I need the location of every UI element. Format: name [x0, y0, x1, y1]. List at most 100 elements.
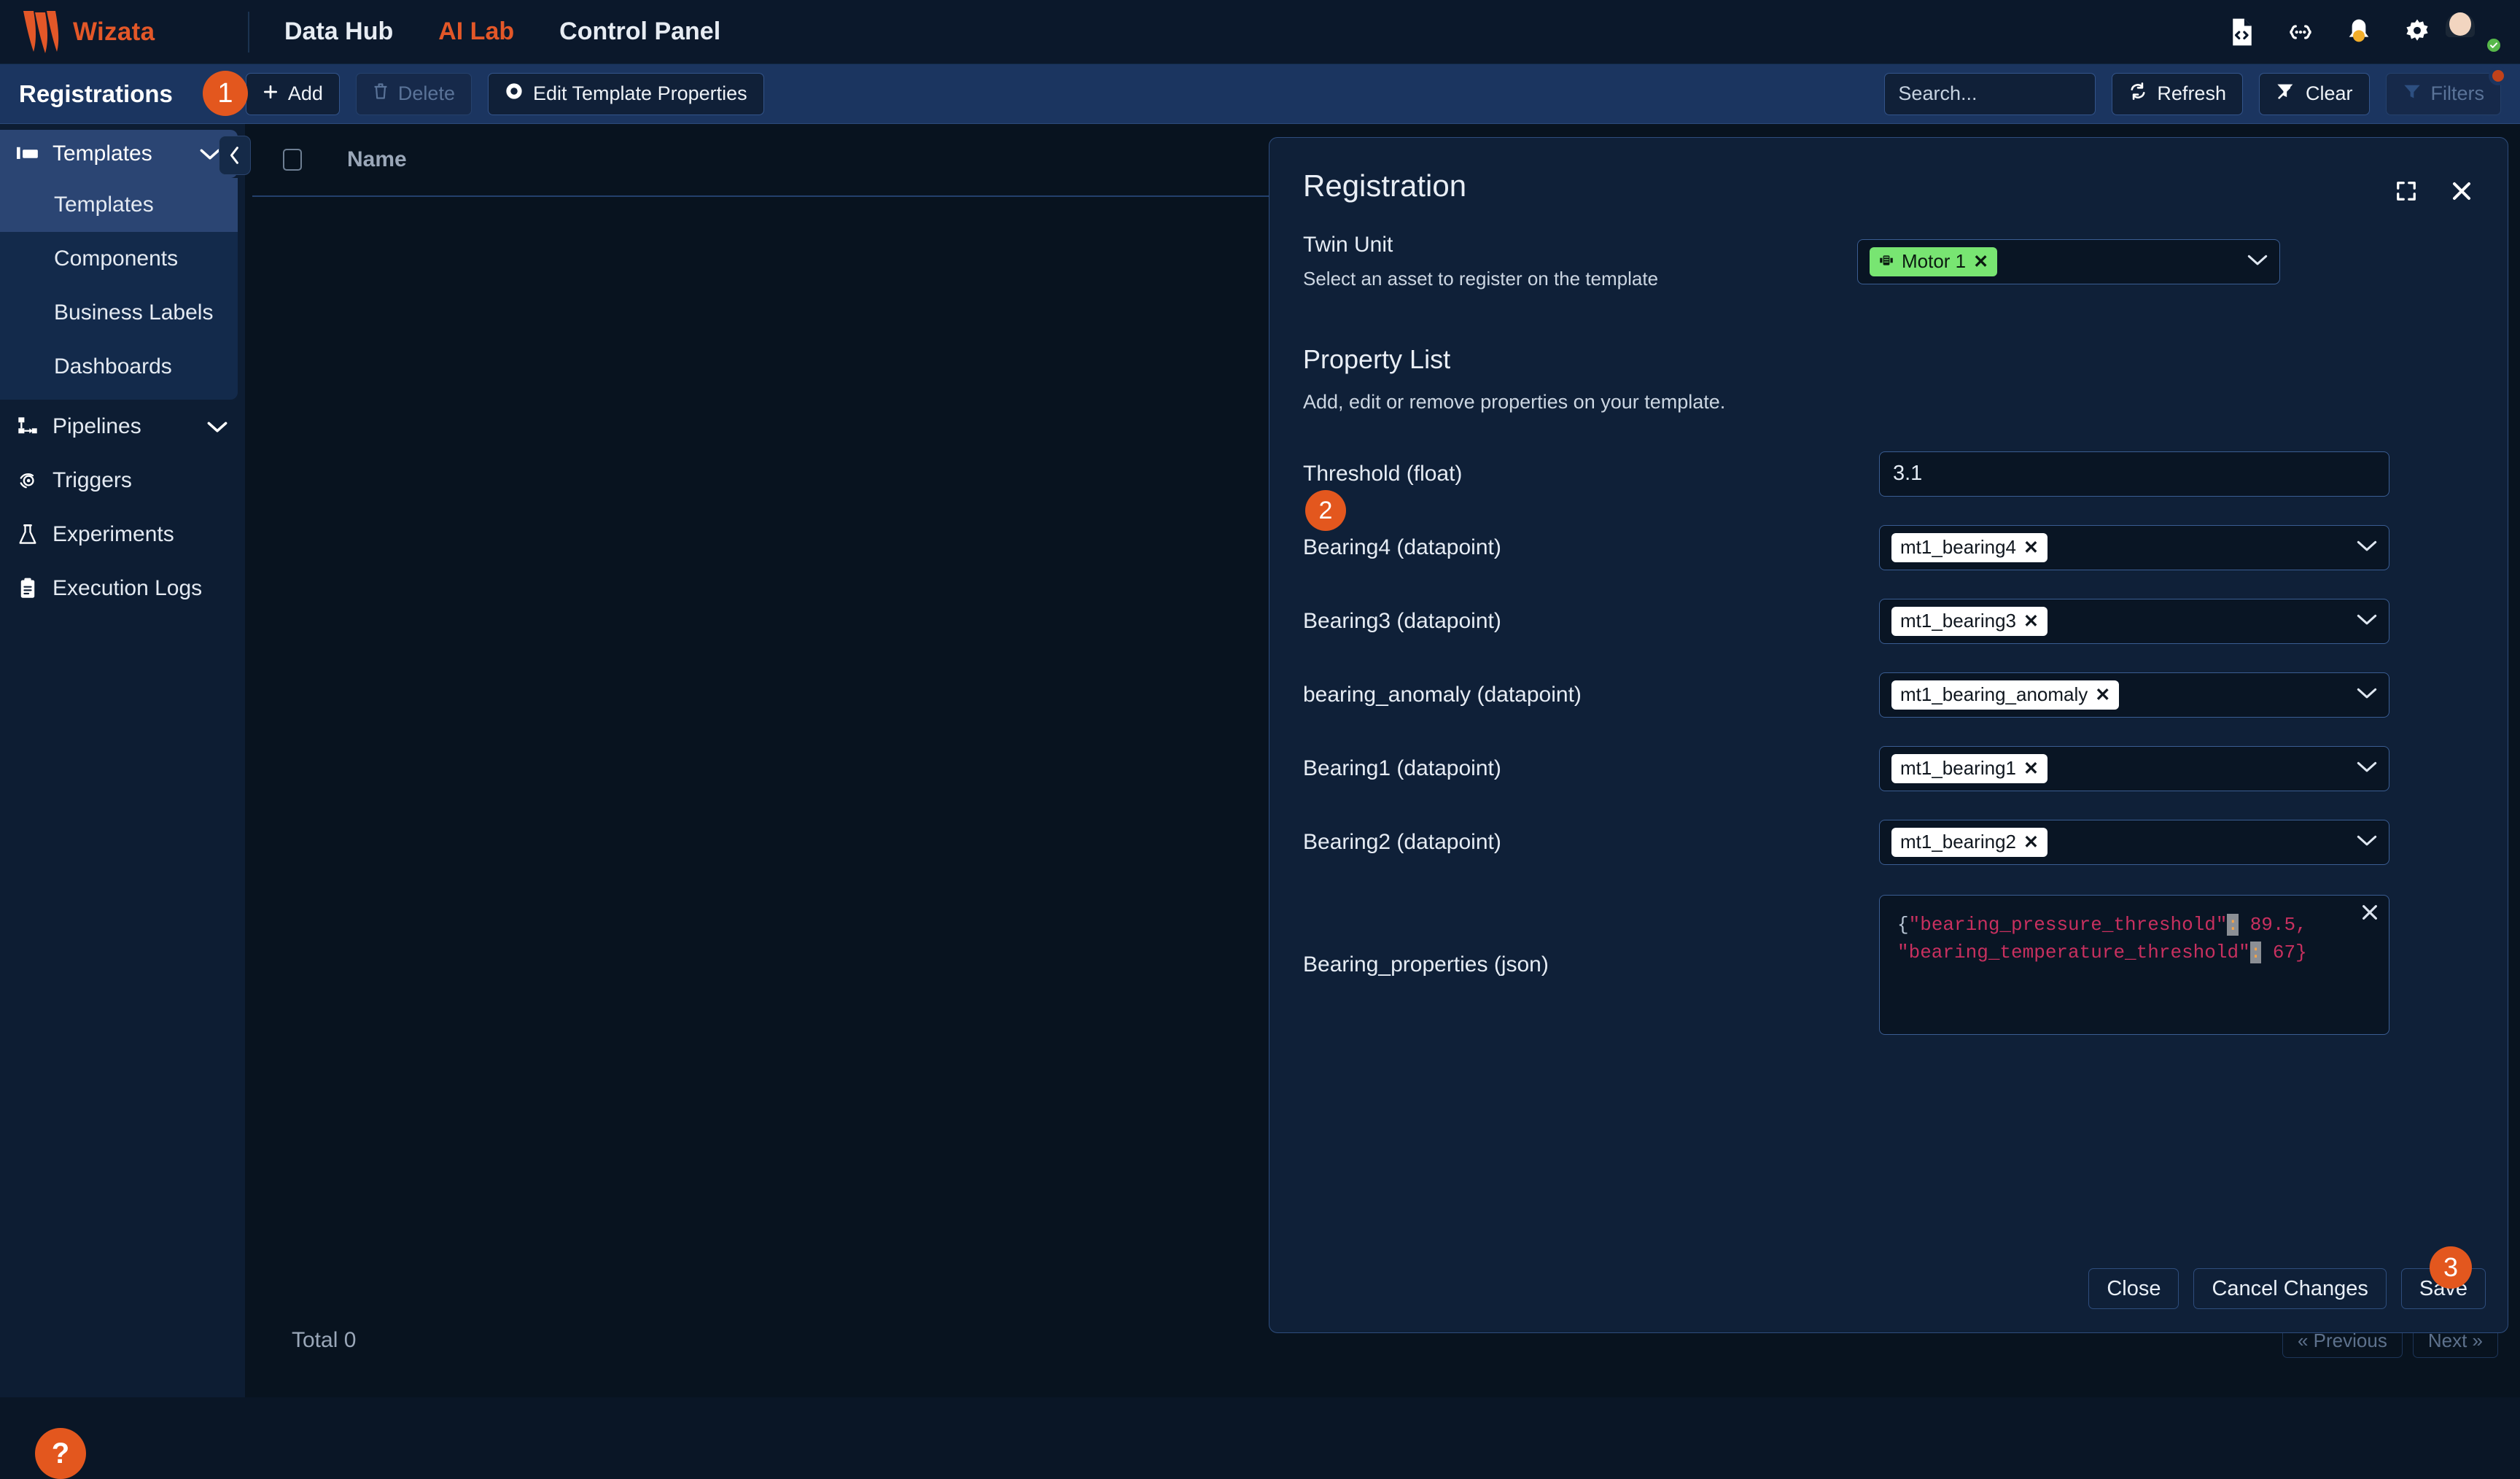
datapoint-chip[interactable]: mt1_bearing1 ✕ — [1891, 753, 2048, 783]
modal-footer: Close Cancel Changes Save — [1269, 1245, 2508, 1332]
datapoint-chip-remove-icon[interactable]: ✕ — [2023, 831, 2039, 853]
pipelines-icon — [16, 415, 39, 438]
close-icon[interactable] — [2449, 179, 2474, 203]
json-colon-1: : — [2227, 914, 2239, 936]
clear-button[interactable]: Clear — [2258, 72, 2370, 115]
sidebar-group-templates[interactable]: Templates — [0, 130, 238, 178]
nav-item-ai-lab[interactable]: AI Lab — [438, 18, 514, 46]
edit-template-properties-label: Edit Template Properties — [532, 82, 747, 104]
sidebar-item-dashboards[interactable]: Dashboards — [0, 340, 238, 394]
sidebar-subitems: Templates Components Business Labels Das… — [0, 178, 238, 400]
sidebar-group-label: Templates — [52, 141, 152, 166]
json-key-2: "bearing_temperature_threshold" — [1897, 941, 2250, 963]
sidebar-item-triggers[interactable]: Triggers — [0, 454, 245, 508]
table-column-name: Name — [347, 147, 407, 171]
datapoint-chip[interactable]: mt1_bearing3 ✕ — [1891, 606, 2048, 636]
refresh-button-label: Refresh — [2157, 82, 2226, 104]
twin-unit-label: Twin Unit — [1303, 233, 1393, 257]
sidebar-item-pipelines-label: Pipelines — [52, 414, 141, 438]
sidebar-item-pipelines[interactable]: Pipelines — [0, 400, 245, 454]
filters-button[interactable]: Filters — [2385, 72, 2501, 115]
delete-button[interactable]: Delete — [355, 72, 472, 115]
sidebar-item-components[interactable]: Components — [0, 232, 238, 286]
select-all-checkbox[interactable] — [283, 149, 302, 171]
chevron-down-icon[interactable] — [2247, 253, 2268, 270]
avatar[interactable] — [2460, 12, 2502, 53]
property-select-bearing-anomaly[interactable]: mt1_bearing_anomaly ✕ — [1879, 672, 2389, 718]
expand-fullscreen-icon[interactable] — [2394, 179, 2419, 203]
registration-modal: Registration Twin Unit Select an asset t… — [1269, 137, 2508, 1333]
property-select-bearing2[interactable]: mt1_bearing2 ✕ — [1879, 819, 2389, 865]
property-input-threshold[interactable] — [1879, 451, 2389, 497]
json-open-brace: { — [1897, 914, 1909, 936]
sidebar-item-business-labels[interactable]: Business Labels — [0, 286, 238, 340]
chevron-down-icon[interactable] — [2357, 613, 2377, 629]
refresh-icon — [2128, 82, 2147, 105]
chevron-down-icon[interactable] — [2357, 760, 2377, 777]
property-list-section: Property List Add, edit or remove proper… — [1269, 344, 2508, 414]
nav-item-data-hub[interactable]: Data Hub — [284, 18, 393, 46]
datapoint-chip[interactable]: mt1_bearing4 ✕ — [1891, 532, 2048, 562]
property-label-bearing3: Bearing3 (datapoint) — [1303, 608, 1501, 633]
json-clear-icon[interactable] — [2361, 903, 2379, 931]
triggers-icon — [16, 469, 39, 492]
brand-logo-area[interactable]: Wizata — [0, 9, 248, 55]
close-button[interactable]: Close — [2088, 1268, 2179, 1309]
datapoint-chip-remove-icon[interactable]: ✕ — [2023, 610, 2039, 632]
sidebar-item-templates[interactable]: Templates — [0, 178, 238, 232]
json-key-1: "bearing_pressure_threshold" — [1908, 914, 2228, 936]
nav-item-control-panel[interactable]: Control Panel — [559, 18, 720, 46]
property-select-bearing1[interactable]: mt1_bearing1 ✕ — [1879, 745, 2389, 791]
twin-unit-chip[interactable]: Motor 1 ✕ — [1870, 246, 1998, 276]
chevron-down-icon[interactable] — [200, 141, 220, 166]
sidebar-item-experiments-label: Experiments — [52, 522, 174, 546]
datapoint-chip[interactable]: mt1_bearing_anomaly ✕ — [1891, 680, 2120, 710]
toolbar-left-actions: Add Delete Edit Template Properties — [245, 72, 764, 115]
search-input[interactable] — [1884, 72, 2096, 115]
property-row: Bearing3 (datapoint) mt1_bearing3 ✕ — [1269, 584, 2508, 658]
json-value-1: 89.5, — [2239, 914, 2307, 936]
modal-header: Registration — [1269, 138, 2508, 203]
json-editor[interactable]: {"bearing_pressure_threshold": 89.5, "be… — [1879, 895, 2389, 1035]
datapoint-chip-label: mt1_bearing3 — [1900, 610, 2016, 632]
add-button[interactable]: Add — [245, 72, 340, 115]
property-list-title: Property List — [1303, 344, 1451, 374]
help-button[interactable]: ? — [35, 1428, 86, 1479]
property-label-bearing4: Bearing4 (datapoint) — [1303, 535, 1501, 559]
datapoint-chip-remove-icon[interactable]: ✕ — [2023, 537, 2039, 559]
twin-unit-select[interactable]: Motor 1 ✕ — [1857, 238, 2280, 284]
filter-icon — [2403, 82, 2422, 105]
chevron-down-icon[interactable] — [2357, 834, 2377, 850]
datapoint-chip[interactable]: mt1_bearing2 ✕ — [1891, 827, 2048, 857]
property-row: Threshold (float) — [1269, 437, 2508, 511]
chevron-down-icon[interactable] — [2357, 539, 2377, 556]
datapoint-chip-remove-icon[interactable]: ✕ — [2023, 758, 2039, 780]
json-value-2: 67} — [2261, 941, 2307, 963]
cancel-changes-button[interactable]: Cancel Changes — [2193, 1268, 2387, 1309]
property-select-bearing4[interactable]: mt1_bearing4 ✕ — [1879, 524, 2389, 570]
delete-button-label: Delete — [397, 82, 455, 104]
total-count: Total 0 — [292, 1328, 357, 1352]
bell-icon[interactable] — [2344, 17, 2374, 47]
chevron-down-icon[interactable] — [207, 414, 228, 439]
property-row: Bearing2 (datapoint) mt1_bearing2 ✕ — [1269, 805, 2508, 879]
json-braces-icon[interactable] — [2285, 17, 2316, 47]
code-file-icon[interactable] — [2227, 17, 2258, 47]
datapoint-chip-remove-icon[interactable]: ✕ — [2095, 684, 2110, 706]
sidebar-collapse-button[interactable] — [219, 136, 251, 175]
gear-icon[interactable] — [2402, 17, 2432, 47]
property-row: bearing_anomaly (datapoint) mt1_bearing_… — [1269, 658, 2508, 731]
datapoint-chip-label: mt1_bearing_anomaly — [1900, 683, 2088, 705]
sidebar-item-experiments[interactable]: Experiments — [0, 508, 245, 562]
twin-unit-sublabel: Select an asset to register on the templ… — [1303, 268, 1659, 290]
chevron-down-icon[interactable] — [2357, 686, 2377, 703]
property-select-bearing3[interactable]: mt1_bearing3 ✕ — [1879, 598, 2389, 644]
edit-template-properties-button[interactable]: Edit Template Properties — [487, 72, 764, 115]
page-toolbar: Registrations Add Delete Edit Template P… — [0, 64, 2520, 124]
topnav-right-icons — [2227, 12, 2520, 53]
json-colon-2: : — [2249, 941, 2262, 963]
twin-unit-chip-remove-icon[interactable]: ✕ — [1973, 251, 1988, 273]
templates-icon — [16, 142, 39, 166]
refresh-button[interactable]: Refresh — [2112, 72, 2243, 115]
sidebar-item-execution-logs[interactable]: Execution Logs — [0, 562, 245, 616]
